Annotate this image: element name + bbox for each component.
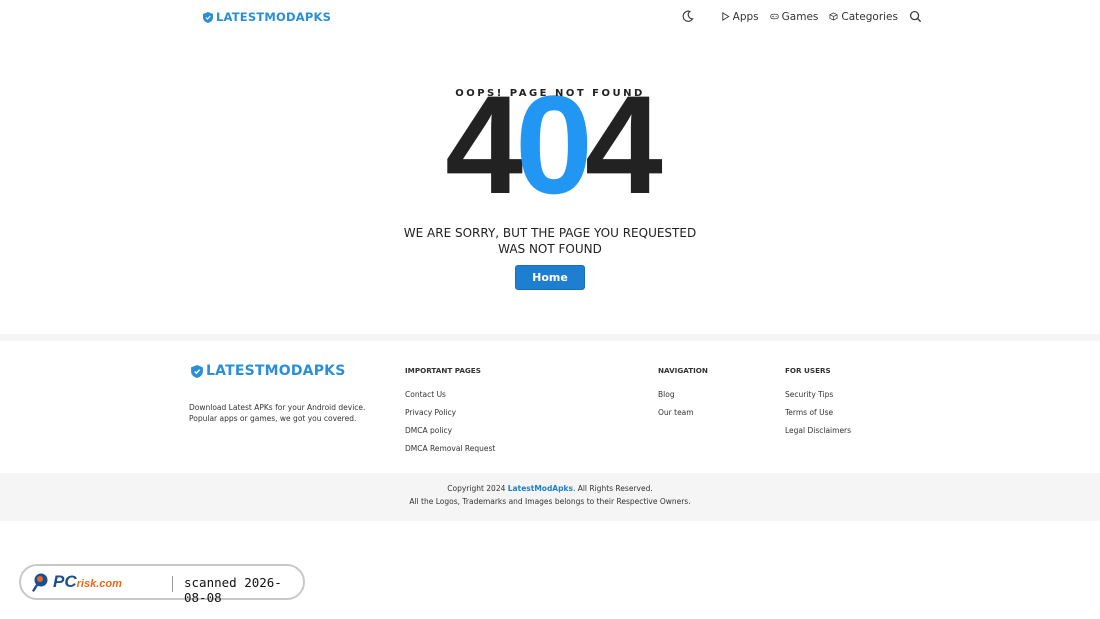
logo-text: LATESTMODAPKS <box>216 10 332 24</box>
copyright-brand-link[interactable]: LatestModApks <box>508 484 573 493</box>
site-header: LATESTMODAPKS Apps Games Categories <box>0 0 1100 37</box>
pcrisk-logo: PCrisk.com <box>53 572 122 592</box>
nav-games-label: Games <box>781 10 819 23</box>
home-button[interactable]: Home <box>515 265 585 290</box>
main-nav: Apps Games Categories <box>681 10 922 23</box>
footer-link-terms[interactable]: Terms of Use <box>785 408 851 417</box>
gamepad-icon <box>769 13 779 20</box>
nav-categories[interactable]: Categories <box>829 11 898 23</box>
footer-link-blog[interactable]: Blog <box>658 390 708 399</box>
copyright-post: . All Rights Reserved. <box>572 484 653 493</box>
footer-link-legal[interactable]: Legal Disclaimers <box>785 426 851 435</box>
magnifier-icon <box>32 573 48 592</box>
copyright-pre: Copyright 2024 <box>447 484 506 493</box>
footer-description: Download Latest APKs for your Android de… <box>189 402 389 424</box>
footer-link-team[interactable]: Our team <box>658 408 708 417</box>
footer-desc-line1: Download Latest APKs for your Android de… <box>189 403 366 412</box>
cube-icon <box>829 12 838 21</box>
footer-col-title: NAVIGATION <box>658 366 708 375</box>
nav-games[interactable]: Games <box>769 10 819 23</box>
site-logo[interactable]: LATESTMODAPKS <box>203 10 331 24</box>
footer-link-security[interactable]: Security Tips <box>785 390 851 399</box>
footer-link-dmca-removal[interactable]: DMCA Removal Request <box>405 444 495 453</box>
dark-mode-toggle[interactable] <box>681 10 694 23</box>
footer-link-privacy[interactable]: Privacy Policy <box>405 408 495 417</box>
footer-col-navigation: NAVIGATION Blog Our team <box>658 366 708 426</box>
shield-icon <box>203 11 213 23</box>
site-footer: LATESTMODAPKS Download Latest APKs for y… <box>0 334 1100 521</box>
pcrisk-logo-pc: PC <box>53 572 77 591</box>
pcrisk-logo-risk: risk.com <box>76 578 122 590</box>
scan-date: scanned 2026-08-08 <box>184 575 282 605</box>
footer-col-title: IMPORTANT PAGES <box>405 366 481 375</box>
footer-logo-text: LATESTMODAPKS <box>206 363 346 379</box>
footer-main: LATESTMODAPKS Download Latest APKs for y… <box>0 341 1100 473</box>
moon-icon <box>682 10 694 22</box>
watermark-divider <box>172 576 173 592</box>
footer-desc-line2: Popular apps or games, we got you covere… <box>189 414 357 423</box>
footer-col-title: FOR USERS <box>785 366 831 375</box>
play-icon <box>722 12 730 21</box>
shield-icon <box>191 364 203 378</box>
nav-categories-label: Categories <box>841 10 898 23</box>
nav-apps[interactable]: Apps <box>721 11 759 23</box>
error-message-line1: WE ARE SORRY, BUT THE PAGE YOU REQUESTED <box>403 226 697 240</box>
footer-link-dmca[interactable]: DMCA policy <box>405 426 495 435</box>
error-section: OOPS! PAGE NOT FOUND 404 WE ARE SORRY, B… <box>0 37 1100 333</box>
footer-col-users: FOR USERS Security Tips Terms of Use Leg… <box>785 366 851 444</box>
error-subtitle: OOPS! PAGE NOT FOUND <box>455 88 645 99</box>
footer-logo[interactable]: LATESTMODAPKS <box>191 363 346 379</box>
search-icon <box>909 10 922 23</box>
copyright-line: Copyright 2024 LatestModApks. All Rights… <box>0 482 1100 495</box>
error-message: WE ARE SORRY, BUT THE PAGE YOU REQUESTED… <box>0 225 1100 257</box>
trademark-line: All the Logos, Trademarks and Images bel… <box>409 497 691 506</box>
error-message-line2: WAS NOT FOUND <box>498 242 602 256</box>
footer-col-important: IMPORTANT PAGES Contact Us Privacy Polic… <box>405 366 495 462</box>
pcrisk-watermark: PCrisk.com scanned 2026-08-08 <box>19 564 305 605</box>
nav-apps-label: Apps <box>732 10 759 23</box>
footer-link-contact[interactable]: Contact Us <box>405 390 495 399</box>
copyright: Copyright 2024 LatestModApks. All Rights… <box>0 482 1100 508</box>
search-button[interactable] <box>909 10 922 23</box>
